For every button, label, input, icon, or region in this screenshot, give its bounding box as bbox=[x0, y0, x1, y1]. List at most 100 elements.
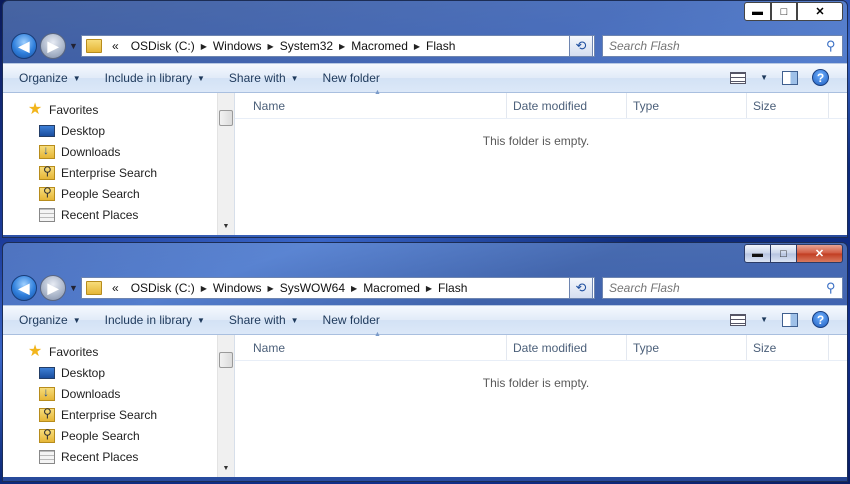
include-in-library-button[interactable]: Include in library ▼ bbox=[97, 71, 213, 85]
include-in-library-label: Include in library bbox=[104, 71, 192, 85]
share-with-button[interactable]: Share with ▼ bbox=[221, 313, 307, 327]
include-in-library-button[interactable]: Include in library ▼ bbox=[97, 313, 213, 327]
forward-arrow-icon[interactable]: ▶ bbox=[40, 275, 66, 301]
help-icon[interactable]: ? bbox=[812, 311, 829, 328]
minimize-button[interactable]: ▬ bbox=[744, 2, 771, 21]
refresh-icon[interactable]: ⟲ bbox=[569, 35, 593, 57]
maximize-button[interactable]: □ bbox=[771, 244, 797, 263]
search-box[interactable]: ⚲ bbox=[602, 277, 843, 299]
nav-scrollbar[interactable]: ▼ bbox=[217, 93, 234, 235]
file-list: ▲ Name Date modified Type Size This fold… bbox=[235, 331, 847, 477]
column-size[interactable]: Size bbox=[747, 93, 829, 118]
organize-button[interactable]: Organize ▼ bbox=[11, 313, 89, 327]
sidebar-item-favorites[interactable]: ★ Favorites bbox=[3, 99, 234, 120]
sidebar-item-people-search[interactable]: People Search bbox=[3, 425, 234, 446]
sort-up-icon: ▲ bbox=[374, 331, 381, 338]
maximize-button[interactable]: □ bbox=[771, 2, 797, 21]
sidebar-item-label: People Search bbox=[61, 428, 140, 443]
sidebar-item-enterprise-search[interactable]: Enterprise Search bbox=[3, 404, 234, 425]
search-input[interactable] bbox=[609, 39, 809, 53]
title-bar[interactable]: ▬ □ ✕ bbox=[3, 243, 847, 271]
preview-pane-icon[interactable] bbox=[782, 70, 798, 85]
chevron-down-icon: ▼ bbox=[72, 315, 81, 325]
desktop-icon bbox=[39, 366, 55, 379]
breadcrumb-osdisk[interactable]: OSDisk (C:) bbox=[125, 39, 201, 53]
caption-buttons: ▬ □ ✕ bbox=[744, 2, 843, 21]
new-folder-button[interactable]: New folder bbox=[315, 71, 388, 85]
new-folder-button[interactable]: New folder bbox=[315, 313, 388, 327]
views-icon[interactable] bbox=[730, 313, 747, 326]
back-arrow-icon[interactable]: ◀ bbox=[11, 33, 37, 59]
sidebar-item-enterprise-search[interactable]: Enterprise Search bbox=[3, 162, 234, 183]
search-icon[interactable]: ⚲ bbox=[826, 38, 836, 54]
breadcrumb: « OSDisk (C:) ▶ Windows ▶ System32 ▶ Mac… bbox=[106, 36, 594, 56]
breadcrumb-windows[interactable]: Windows bbox=[207, 39, 268, 53]
refresh-icon[interactable]: ⟲ bbox=[569, 277, 593, 299]
search-box[interactable]: ⚲ bbox=[602, 35, 843, 57]
address-bar[interactable]: « OSDisk (C:) ▶ Windows ▶ SysWOW64 ▶ Mac… bbox=[81, 277, 595, 299]
address-row: ◀ ▶ ▼ « OSDisk (C:) ▶ Windows ▶ System32… bbox=[3, 29, 847, 63]
sidebar-item-desktop[interactable]: Desktop bbox=[3, 120, 234, 141]
breadcrumb-osdisk[interactable]: OSDisk (C:) bbox=[125, 281, 201, 295]
breadcrumb-syswow64[interactable]: SysWOW64 bbox=[274, 281, 351, 295]
search-input[interactable] bbox=[609, 281, 809, 295]
close-button[interactable]: ✕ bbox=[797, 244, 843, 263]
column-name[interactable]: Name bbox=[235, 335, 507, 360]
explorer-body: ★ Favorites Desktop Downloads Enterprise … bbox=[3, 89, 847, 235]
downloads-folder-icon bbox=[39, 385, 55, 401]
recent-pages-dropdown[interactable]: ▼ bbox=[69, 283, 78, 293]
views-icon[interactable] bbox=[730, 71, 747, 84]
breadcrumb-flash[interactable]: Flash bbox=[420, 39, 461, 53]
scroll-up-icon[interactable] bbox=[218, 93, 234, 110]
forward-arrow-icon[interactable]: ▶ bbox=[40, 33, 66, 59]
column-name[interactable]: Name bbox=[235, 93, 507, 118]
address-bar[interactable]: « OSDisk (C:) ▶ Windows ▶ System32 ▶ Mac… bbox=[81, 35, 595, 57]
close-button[interactable]: ✕ bbox=[797, 2, 843, 21]
sidebar-item-downloads[interactable]: Downloads bbox=[3, 383, 234, 404]
breadcrumb-flash[interactable]: Flash bbox=[432, 281, 473, 295]
sidebar-item-desktop[interactable]: Desktop bbox=[3, 362, 234, 383]
sidebar-item-favorites[interactable]: ★ Favorites bbox=[3, 341, 234, 362]
explorer-window-syswow64: ▬ □ ✕ ◀ ▶ ▼ « OSDisk (C:) ▶ Windows ▶ Sy… bbox=[2, 242, 848, 482]
sidebar-item-recent-places[interactable]: Recent Places bbox=[3, 446, 234, 467]
search-icon[interactable]: ⚲ bbox=[826, 280, 836, 296]
breadcrumb-windows[interactable]: Windows bbox=[207, 281, 268, 295]
recent-places-icon bbox=[39, 207, 55, 222]
recent-places-icon bbox=[39, 449, 55, 464]
nav-scrollbar[interactable]: ▼ bbox=[217, 335, 234, 477]
folder-icon bbox=[86, 39, 102, 53]
breadcrumb-overflow[interactable]: « bbox=[106, 281, 125, 295]
column-size[interactable]: Size bbox=[747, 335, 829, 360]
help-icon[interactable]: ? bbox=[812, 69, 829, 86]
column-date-modified[interactable]: Date modified bbox=[507, 335, 627, 360]
share-with-button[interactable]: Share with ▼ bbox=[221, 71, 307, 85]
title-bar[interactable]: ▬ □ ✕ bbox=[3, 1, 847, 29]
breadcrumb-overflow[interactable]: « bbox=[106, 39, 125, 53]
sidebar-item-label: Favorites bbox=[49, 344, 99, 359]
column-type[interactable]: Type bbox=[627, 335, 747, 360]
scroll-up-icon[interactable] bbox=[218, 335, 234, 352]
sidebar-item-people-search[interactable]: People Search bbox=[3, 183, 234, 204]
search-folder-icon bbox=[39, 427, 55, 443]
scroll-thumb[interactable] bbox=[219, 352, 233, 368]
chevron-down-icon[interactable]: ▼ bbox=[760, 73, 768, 82]
breadcrumb-system32[interactable]: System32 bbox=[274, 39, 339, 53]
sidebar-item-label: Favorites bbox=[49, 102, 99, 117]
back-arrow-icon[interactable]: ◀ bbox=[11, 275, 37, 301]
chevron-down-icon[interactable]: ▼ bbox=[218, 460, 234, 477]
sidebar-item-downloads[interactable]: Downloads bbox=[3, 141, 234, 162]
empty-folder-message: This folder is empty. bbox=[482, 134, 590, 148]
chevron-down-icon[interactable]: ▼ bbox=[760, 315, 768, 324]
scroll-thumb[interactable] bbox=[219, 110, 233, 126]
breadcrumb-macromed[interactable]: Macromed bbox=[345, 39, 414, 53]
minimize-button[interactable]: ▬ bbox=[744, 244, 771, 263]
sidebar-item-recent-places[interactable]: Recent Places bbox=[3, 204, 234, 225]
column-type[interactable]: Type bbox=[627, 93, 747, 118]
organize-button[interactable]: Organize ▼ bbox=[11, 71, 89, 85]
navigation-pane: ★ Favorites Desktop Downloads Enterprise … bbox=[3, 335, 235, 477]
preview-pane-icon[interactable] bbox=[782, 312, 798, 327]
breadcrumb-macromed[interactable]: Macromed bbox=[357, 281, 426, 295]
recent-pages-dropdown[interactable]: ▼ bbox=[69, 41, 78, 51]
chevron-down-icon[interactable]: ▼ bbox=[218, 218, 234, 235]
column-date-modified[interactable]: Date modified bbox=[507, 93, 627, 118]
